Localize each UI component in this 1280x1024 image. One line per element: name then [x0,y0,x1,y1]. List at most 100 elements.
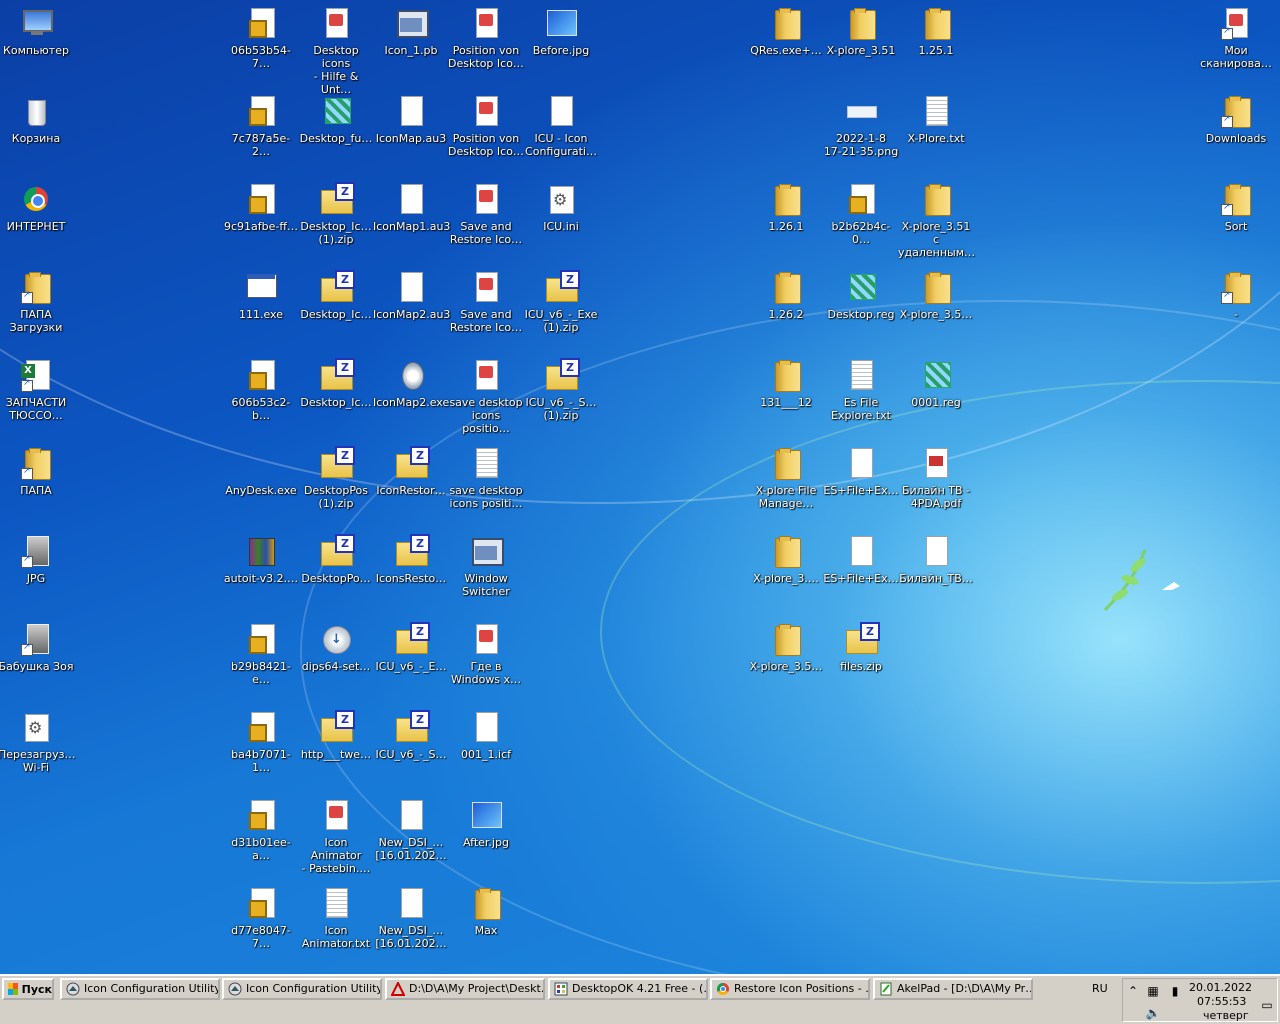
desktop-icon-icon-1-pb[interactable]: Icon_1.pb [373,6,449,92]
desktop-icon-xplore-3-5-b[interactable]: X-plore_3.5… [898,270,974,356]
desktop-icon-jpg[interactable]: JPG [0,534,74,620]
desktop-icon-sort[interactable]: Sort [1198,182,1274,268]
battery-icon[interactable]: ▮ [1167,983,1183,999]
desktop-icon-gde-v-windows[interactable]: Где в Windows x… [448,622,524,708]
desktop-icon-position-von-a[interactable]: Position von Desktop Ico… [448,6,524,92]
desktop-icon-1-25-1[interactable]: 1.25.1 [898,6,974,92]
desktop-icon-xplore-3-51-deleted[interactable]: X-plore_3.51 с удаленным… [898,182,975,268]
taskbar-item-desktopok[interactable]: DesktopOK 4.21 Free - (… [548,978,708,1000]
desktop-icon-icu-v6-e[interactable]: ICU_v6_-_E… [373,622,449,708]
desktop-icon-save-restore-b[interactable]: Save and Restore Ico… [448,270,524,356]
desktop-icon-autoit[interactable]: autoit-v3.2.… [223,534,299,620]
taskbar-item-icu-2[interactable]: Icon Configuration Utility… [222,978,382,1000]
desktop-icon-reboot-wifi[interactable]: Перезагруз… Wi-Fi [0,710,76,796]
desktop-icon-es-file-explore-txt[interactable]: Es File Explore.txt [823,358,899,444]
desktop-icon-new-dsi-a[interactable]: New_DSI_… [16.01.202… [373,798,449,884]
start-button[interactable]: Пуск [2,978,54,1000]
desktop-icon-files-zip[interactable]: files.zip [823,622,899,708]
desktop-icon-desktop-ic-1-zip[interactable]: Desktop_Ic… (1).zip [298,182,374,268]
desktop-icon-es-file-ex-a[interactable]: ES+File+Ex… [823,446,899,532]
desktop-icon-7c787a5e[interactable]: 7c787a5e-2… [223,94,299,180]
desktop-icon-xplore-file-manager[interactable]: X-plore File Manage… [748,446,824,532]
desktop-icon-es-file-ex-b[interactable]: ES+File+Ex… [823,534,899,620]
desktop-icon-iconrestor[interactable]: IconRestor… [373,446,449,532]
desktop-icon-dips64-setup[interactable]: dips64-set… [298,622,374,708]
desktop-icon-icon-animator-pastebin[interactable]: Icon Animator - Pastebin.… [298,798,374,884]
desktop-icon-ba4b7071[interactable]: ba4b7071-1… [223,710,299,796]
desktop-icon-xplore-3-a[interactable]: X-plore_3.… [748,534,824,620]
desktop-icon-b29b8421[interactable]: b29b8421-e… [223,622,299,708]
desktop-icon-max[interactable]: Max [448,886,524,972]
desktop-icon-babushka-zoya[interactable]: Бабушка Зоя [0,622,74,708]
desktop-icon-iconmap2-au3[interactable]: IconMap2.au3 [373,270,450,356]
desktop-icon-desktoppo[interactable]: DesktopPo… [298,534,374,620]
desktop-icon-606b53c2[interactable]: 606b53c2-b… [223,358,299,444]
desktop-icon-b2b62b4c[interactable]: b2b62b4c-0… [823,182,899,268]
desktop-icon-9c91afbe[interactable]: 9c91afbe-ff… [223,182,299,268]
clock-date[interactable]: 20.01.2022 [1189,981,1252,994]
desktop-icon-06b53b54[interactable]: 06b53b54-7… [223,6,299,92]
desktop-icon-desktop-reg[interactable]: Desktop.reg [823,270,899,356]
desktop-icon-papa-downloads[interactable]: ПАПА Загрузки [0,270,74,356]
desktop-icon-beeline-tv[interactable]: Билайн_ТВ… [898,534,974,620]
desktop-icon-anydesk[interactable]: AnyDesk.exe [223,446,299,532]
speaker-icon[interactable]: 🔈 [1145,1005,1161,1021]
desktop-icon-xplore-3-5-a[interactable]: X-plore_3.5… [748,622,824,708]
desktop-icon-downloads[interactable]: Downloads [1198,94,1274,180]
desktop-icon-screenshot-png[interactable]: 2022-1-8 17-21-35.png [823,94,899,180]
desktop-icon-dash[interactable]: - [1198,270,1274,356]
desktop-icon-beeline-pdf[interactable]: Билайн ТВ - 4PDA.pdf [898,446,974,532]
desktop-icon-internet[interactable]: ИНТЕРНЕТ [0,182,74,268]
desktop-icon-save-desktop-a[interactable]: save desktop icons positio… [448,358,524,444]
desktop-icon-save-desktop-b[interactable]: save desktop icons positi… [448,446,524,532]
desktop-icon-iconmap2-exe[interactable]: IconMap2.exe [373,358,449,444]
desktop-icon-icu-v6-s[interactable]: ICU_v6_-_S… [373,710,449,796]
desktop-icon-1-26-1[interactable]: 1.26.1 [748,182,824,268]
desktop-icon-zapchasti[interactable]: ЗАПЧАСТИ ТЮССО… [0,358,74,444]
network-icon[interactable]: ▦ [1145,983,1161,999]
desktop-icon-my-scans[interactable]: Мои сканирова… [1198,6,1274,92]
desktop-icon-desktop-ic-b[interactable]: Desktop_Ic… [298,358,374,444]
chevron-up-icon[interactable]: ⌃ [1125,983,1141,999]
desktop-icon-desktop-fu[interactable]: Desktop_fu… [298,94,374,180]
desktop-icon-iconsresto[interactable]: IconsResto… [373,534,449,620]
desktop-icon-xplore-txt[interactable]: X-Plore.txt [898,94,974,180]
desktop-icon-icu-ini[interactable]: ICU.ini [523,182,599,268]
taskbar-item-icu-1[interactable]: Icon Configuration Utility… [60,978,220,1000]
desktop-icon-001-1-icf[interactable]: 001_1.icf [448,710,524,796]
desktop-icon-computer[interactable]: Компьютер [0,6,74,92]
desktop-icon-desktop-ic-a[interactable]: Desktop_Ic… [298,270,374,356]
desktop-icon-icu-icon-config[interactable]: ICU - Icon Configurati… [523,94,599,180]
clock-time[interactable]: 07:55:53 [1197,995,1246,1008]
desktop-icon-papa[interactable]: ПАПА [0,446,74,532]
desktop-icon-save-restore-a[interactable]: Save and Restore Ico… [448,182,524,268]
language-indicator[interactable]: RU [1092,982,1108,995]
clock-day[interactable]: четверг [1203,1009,1249,1022]
desktop-icon-qres[interactable]: QRes.exe+… [748,6,824,92]
desktop-icon-0001-reg[interactable]: 0001.reg [898,358,974,444]
desktop-icon-desktoppos-1-zip[interactable]: DesktopPos (1).zip [298,446,374,532]
desktop-icon-after-jpg[interactable]: After.jpg [448,798,524,884]
desktop-icon-position-von-b[interactable]: Position von Desktop Ico… [448,94,524,180]
desktop-icon-131-12[interactable]: 131___12 [748,358,824,444]
taskbar-item-explorer[interactable]: D:\D\A\My Project\Deskt… [385,978,545,1000]
taskbar-item-restore-icon-positions[interactable]: Restore Icon Positions - … [710,978,870,1000]
desktop-icon-1-26-2[interactable]: 1.26.2 [748,270,824,356]
taskbar-item-akelpad[interactable]: AkelPad - [D:\D\A\My Pr… [873,978,1033,1000]
desktop-icon-recycle-bin[interactable]: Корзина [0,94,74,180]
desktop-icon-http-twe[interactable]: http___twe… [298,710,374,796]
desktop-icon-icon-animator-txt[interactable]: Icon Animator.txt [298,886,374,972]
desktop-icon-desktop-icons-hilfe[interactable]: Desktop icons - Hilfe & Unt… [298,6,374,96]
show-desktop-icon[interactable]: ▭ [1259,997,1275,1013]
desktop-icon-d31b01ee[interactable]: d31b01ee-a… [223,798,299,884]
desktop-icon-before-jpg[interactable]: Before.jpg [523,6,599,92]
desktop-icon-icu-v6-exe-1-zip[interactable]: ICU_v6_-_Exe (1).zip [523,270,599,356]
desktop-icon-window-switcher[interactable]: Window Switcher [448,534,524,620]
desktop-icon-d77e8047[interactable]: d77e8047-7… [223,886,299,972]
desktop-icon-icu-v6-s-1-zip[interactable]: ICU_v6_-_S… (1).zip [523,358,599,444]
desktop-icon-111-exe[interactable]: 111.exe [223,270,299,356]
desktop-icon-new-dsi-b[interactable]: New_DSI_… [16.01.202… [373,886,449,972]
desktop-icon-iconmap1-au3[interactable]: IconMap1.au3 [373,182,450,268]
desktop-icon-xplore-3-51[interactable]: X-plore_3.51 [823,6,899,92]
desktop-icon-iconmap-au3[interactable]: IconMap.au3 [373,94,449,180]
